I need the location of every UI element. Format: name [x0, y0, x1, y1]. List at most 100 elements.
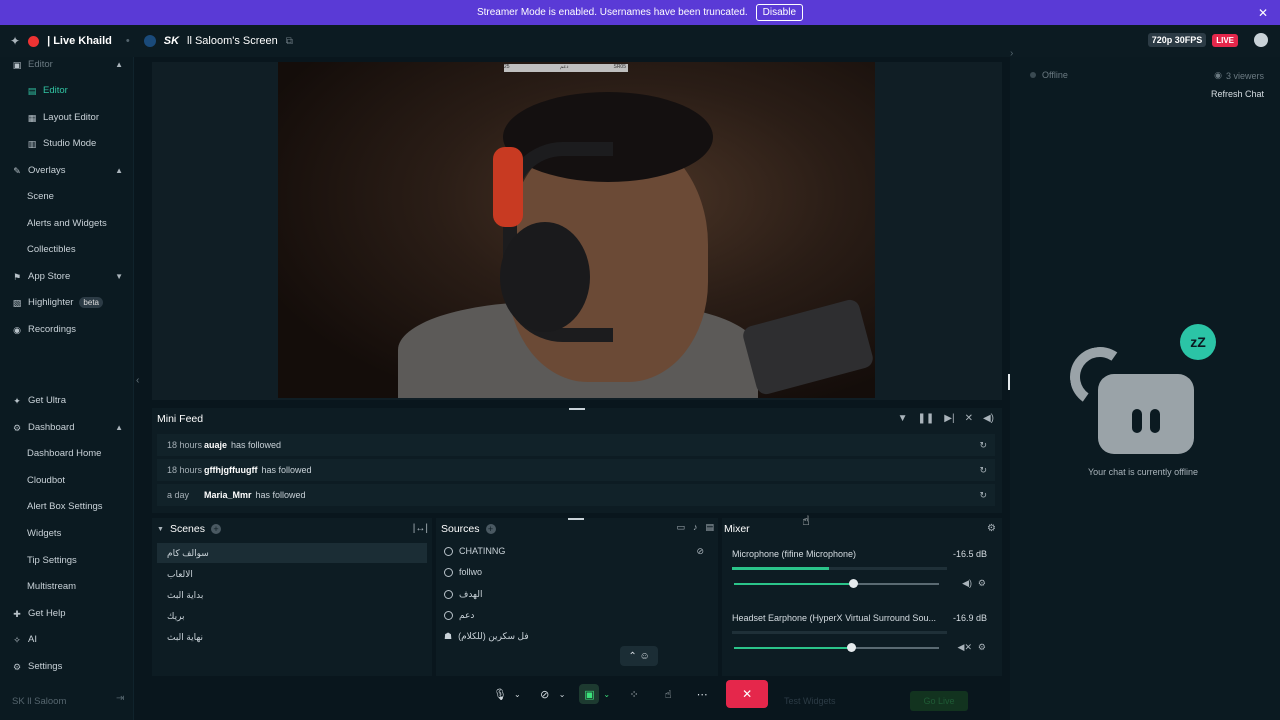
visibility-off-icon[interactable]: ⊘: [696, 546, 704, 557]
refresh-chat-button[interactable]: Refresh Chat: [1211, 89, 1264, 99]
close-icon[interactable]: ✕: [1258, 6, 1268, 20]
collapse-sidebar-icon[interactable]: ‹: [136, 375, 139, 386]
volume-meter: [732, 631, 947, 634]
screen-share-icon[interactable]: ▣: [579, 684, 600, 704]
webcam-video[interactable]: 25 دعم SR05: [278, 62, 875, 398]
sidebar-item-dashboard[interactable]: ⚙ Dashboard: [12, 422, 75, 433]
sidebar-item-ai[interactable]: ✧ AI: [12, 634, 37, 645]
sidebar-group-editor[interactable]: ▣ Editor: [12, 59, 53, 70]
add-source-icon[interactable]: +: [485, 524, 496, 534]
mute-alerts-icon[interactable]: ✕: [965, 413, 973, 424]
sidebar-item-get-help[interactable]: ✚ Get Help: [12, 608, 65, 619]
volume-icon[interactable]: ◀): [983, 413, 994, 424]
microphone-icon[interactable]: 🎙︎: [490, 684, 510, 704]
go-live-button[interactable]: Go Live: [910, 691, 968, 711]
drag-handle-icon[interactable]: [568, 518, 584, 520]
skip-icon[interactable]: ▶|: [944, 413, 954, 424]
source-item[interactable]: ☗ فل سكرين (للكلام): [444, 631, 529, 642]
scenes-panel: ▼ Scenes + |↔| سوالف كام الالعاب بداية ا…: [152, 518, 432, 676]
sidebar-user[interactable]: SK ll Saloom: [12, 696, 66, 707]
scene-transitions-icon[interactable]: |↔|: [413, 523, 428, 534]
disable-button[interactable]: Disable: [755, 4, 804, 21]
channel-settings-icon[interactable]: ⚙: [978, 578, 986, 589]
sidebar-item-editor[interactable]: ▤ Editor: [27, 85, 68, 96]
scene-item[interactable]: الالعاب: [157, 564, 427, 584]
source-item[interactable]: CHATINNG: [444, 546, 505, 556]
sidebar-item-dashboard-home[interactable]: Dashboard Home: [27, 448, 101, 459]
source-item[interactable]: دعم: [444, 610, 474, 621]
drag-handle-icon[interactable]: [569, 408, 585, 410]
scene-item[interactable]: سوالف كام: [157, 543, 427, 563]
filter-icon[interactable]: ▼: [898, 413, 908, 424]
chevron-up-icon[interactable]: ▲: [115, 423, 123, 432]
sources-title: Sources: [441, 523, 480, 535]
sidebar-item-overlays[interactable]: ✎ Overlays: [12, 165, 65, 176]
live-title: | Live Khaild: [47, 35, 112, 47]
chevron-down-icon[interactable]: ⌄: [514, 690, 521, 699]
sidebar-item-label: Highlighter: [28, 297, 74, 308]
chevron-down-icon[interactable]: ▼: [115, 272, 123, 281]
scene-item[interactable]: نهاية البث: [157, 627, 427, 647]
test-widgets-button[interactable]: Test Widgets: [784, 696, 836, 706]
volume-slider[interactable]: [734, 643, 939, 652]
sidebar-item-alert-box-settings[interactable]: Alert Box Settings: [27, 501, 103, 512]
chat-bubble-icon[interactable]: [1254, 33, 1268, 47]
sidebar-item-highlighter[interactable]: ▧ Highlighter beta: [12, 297, 103, 308]
end-stream-button[interactable]: ✕: [726, 680, 769, 708]
volume-slider-knob[interactable]: [848, 579, 858, 588]
feed-time: 18 hours: [167, 440, 203, 450]
reactions-icon[interactable]: ☝: [658, 684, 678, 704]
volume-slider[interactable]: [734, 579, 939, 588]
sidebar-item-cloudbot[interactable]: Cloudbot: [27, 475, 65, 486]
apps-grid-icon[interactable]: ⁘: [624, 684, 644, 704]
sidebar-item-multistream[interactable]: Multistream: [27, 581, 76, 592]
channel-settings-icon[interactable]: ⚙: [978, 642, 986, 653]
speaker-muted-icon[interactable]: ◀✕: [958, 642, 972, 653]
display-icon[interactable]: ▭: [676, 522, 685, 533]
globe-icon: [444, 590, 453, 599]
sidebar-item-recordings[interactable]: ◉ Recordings: [12, 324, 76, 335]
sidebar-item-scene[interactable]: Scene: [27, 191, 54, 202]
source-item[interactable]: follwo: [444, 567, 482, 577]
mascot-eye: [1132, 409, 1142, 433]
folder-icon[interactable]: ▤: [705, 522, 714, 533]
logout-icon[interactable]: ⇥: [116, 693, 124, 704]
sidebar-item-label: Layout Editor: [43, 112, 99, 123]
screen-share-icon[interactable]: ⧉: [286, 36, 293, 47]
beta-badge: beta: [79, 297, 103, 308]
add-scene-icon[interactable]: +: [210, 524, 221, 534]
chevron-up-icon[interactable]: ▲: [115, 60, 123, 69]
chevron-down-icon[interactable]: ⌄: [603, 690, 610, 699]
sidebar-item-settings[interactable]: ⚙ Settings: [12, 661, 62, 672]
sidebar-item-get-ultra[interactable]: ✦ Get Ultra: [12, 395, 66, 406]
speaker-icon[interactable]: ◀): [962, 578, 972, 589]
mixer-settings-icon[interactable]: ⚙: [987, 523, 996, 534]
sidebar-item-tip-settings[interactable]: Tip Settings: [27, 555, 77, 566]
camera-off-icon[interactable]: ⊘: [535, 684, 555, 704]
sidebar-item-widgets[interactable]: Widgets: [27, 528, 61, 539]
sidebar-item-layout-editor[interactable]: ▦ Layout Editor: [27, 112, 99, 123]
sidebar-item-collectibles[interactable]: Collectibles: [27, 244, 76, 255]
stream-control-toolbar: 🎙︎ ⌄ ⊘ ⌄ ▣ ⌄ ⁘ ☝ ⋯ ✕: [490, 680, 769, 708]
replay-icon[interactable]: ↻: [979, 440, 987, 451]
sidebar-item-studio-mode[interactable]: ▥ Studio Mode: [27, 138, 97, 149]
source-item[interactable]: الهدف: [444, 589, 482, 600]
mixer-channel-db: -16.5 dB: [952, 549, 987, 559]
sidebar-item-label: Multistream: [27, 581, 77, 592]
collapse-toolbar-icon[interactable]: ⌃ ☺: [620, 646, 658, 666]
pause-icon[interactable]: ❚❚: [918, 413, 935, 424]
scene-item[interactable]: بريك: [157, 606, 427, 626]
feed-user: gffhjgffuugff: [204, 465, 258, 475]
sidebar-item-alerts-widgets[interactable]: Alerts and Widgets: [27, 218, 107, 229]
replay-icon[interactable]: ↻: [979, 490, 987, 501]
chevron-down-icon[interactable]: ⌄: [559, 690, 566, 699]
scene-item[interactable]: بداية البث: [157, 585, 427, 605]
replay-icon[interactable]: ↻: [979, 465, 987, 476]
more-icon[interactable]: ⋯: [692, 684, 712, 704]
chevron-down-icon[interactable]: ▼: [157, 526, 164, 533]
chevron-up-icon[interactable]: ▲: [115, 166, 123, 175]
audio-icon[interactable]: ♪: [693, 522, 698, 533]
overlay-mid-text: دعم: [560, 64, 569, 70]
volume-slider-knob[interactable]: [846, 643, 856, 652]
sidebar-item-app-store[interactable]: ⚑ App Store: [12, 271, 70, 282]
